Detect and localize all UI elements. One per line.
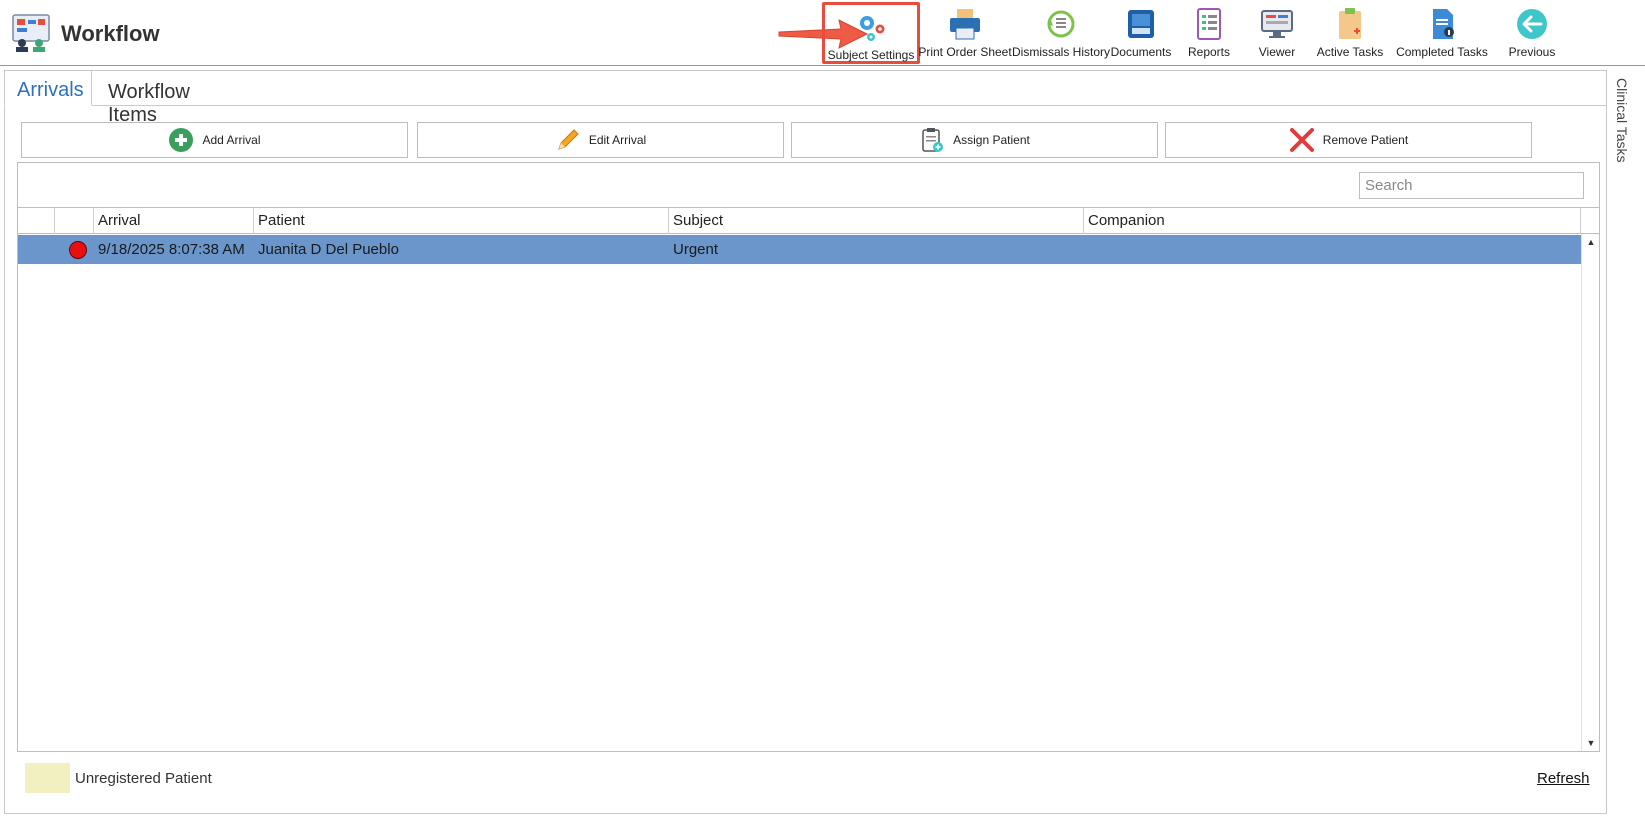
column-header-companion[interactable]: Companion	[1084, 208, 1581, 234]
unregistered-legend-label: Unregistered Patient	[75, 770, 212, 787]
workflow-app-icon	[12, 14, 50, 52]
print-order-sheet-button[interactable]: Print Order Sheet	[918, 2, 1012, 64]
scroll-up-icon[interactable]: ▲	[1582, 234, 1600, 250]
assign-patient-button[interactable]: Assign Patient	[791, 122, 1158, 158]
cell-arrival: 9/18/2025 8:07:38 AM	[98, 241, 245, 258]
completed-tasks-button[interactable]: Completed Tasks	[1390, 2, 1494, 64]
remove-patient-button[interactable]: Remove Patient	[1165, 122, 1532, 158]
gears-icon	[860, 16, 885, 41]
column-header-blank-1[interactable]	[18, 208, 55, 234]
documents-button[interactable]: Documents	[1108, 2, 1174, 64]
scroll-down-icon[interactable]: ▼	[1582, 735, 1600, 751]
column-header-blank-2[interactable]	[55, 208, 94, 234]
dismissals-history-label: Dismissals History	[1012, 45, 1111, 59]
reports-label: Reports	[1187, 45, 1231, 59]
table-row[interactable]: 9/18/2025 8:07:38 AM Juanita D Del Puebl…	[18, 235, 1581, 264]
clipboard-add-icon	[922, 128, 944, 152]
dismissals-history-button[interactable]: Dismissals History	[1012, 2, 1111, 64]
add-arrival-label: Add Arrival	[202, 133, 261, 147]
remove-patient-label: Remove Patient	[1322, 133, 1409, 147]
add-circle-icon	[169, 128, 194, 152]
tab-workflow-items[interactable]: Workflow Items	[96, 73, 202, 126]
add-arrival-button[interactable]: Add Arrival	[21, 122, 408, 158]
printer-icon	[950, 9, 980, 40]
pencil-icon	[558, 129, 579, 150]
active-tasks-label: Active Tasks	[1316, 45, 1384, 59]
viewer-button[interactable]: Viewer	[1244, 2, 1310, 64]
vertical-scrollbar[interactable]: ▲ ▼	[1581, 234, 1599, 751]
previous-button[interactable]: Previous	[1496, 2, 1568, 64]
documents-label: Documents	[1110, 45, 1172, 59]
subject-settings-label: Subject Settings	[827, 48, 915, 62]
edit-arrival-label: Edit Arrival	[588, 133, 647, 147]
column-header-subject[interactable]: Subject	[669, 208, 1084, 234]
tab-underline	[92, 105, 1607, 106]
refresh-link[interactable]: Refresh	[1537, 770, 1590, 787]
back-arrow-icon	[1517, 9, 1547, 39]
column-header-patient[interactable]: Patient	[254, 208, 669, 234]
viewer-label: Viewer	[1258, 45, 1296, 59]
header-scroll-corner	[1581, 207, 1599, 234]
cell-subject: Urgent	[673, 241, 719, 258]
app-title: Workflow	[61, 21, 160, 46]
print-order-sheet-label: Print Order Sheet	[918, 45, 1012, 59]
red-status-dot-icon	[69, 241, 87, 259]
inbox-icon	[1128, 10, 1154, 38]
column-header-arrival[interactable]: Arrival	[94, 208, 254, 234]
cell-companion	[1084, 235, 1581, 264]
assign-patient-label: Assign Patient	[953, 133, 1030, 147]
active-tasks-icon	[1339, 8, 1361, 39]
completed-tasks-icon	[1433, 9, 1454, 39]
active-tasks-button[interactable]: Active Tasks	[1310, 2, 1390, 64]
previous-label: Previous	[1508, 45, 1556, 59]
reports-button[interactable]: Reports	[1176, 2, 1242, 64]
edit-arrival-button[interactable]: Edit Arrival	[417, 122, 784, 158]
workflow-window: Workflow Subject Settings Print Order Sh…	[0, 0, 1645, 818]
report-icon	[1197, 8, 1221, 40]
search-input[interactable]	[1359, 172, 1584, 199]
tab-arrivals[interactable]: Arrivals	[4, 70, 92, 106]
subject-settings-button[interactable]: Subject Settings	[822, 2, 920, 64]
grid-header: Arrival Patient Subject Companion	[18, 207, 1581, 234]
completed-tasks-label: Completed Tasks	[1396, 45, 1488, 59]
cell-patient: Juanita D Del Pueblo	[258, 241, 399, 258]
clinical-tasks-side-tab[interactable]: Clinical Tasks	[1612, 78, 1636, 198]
unregistered-legend-swatch	[25, 763, 70, 793]
viewer-icon	[1261, 10, 1293, 38]
history-icon	[1047, 10, 1075, 38]
close-x-icon	[1289, 128, 1314, 152]
clinical-tasks-label: Clinical Tasks	[1614, 78, 1630, 163]
